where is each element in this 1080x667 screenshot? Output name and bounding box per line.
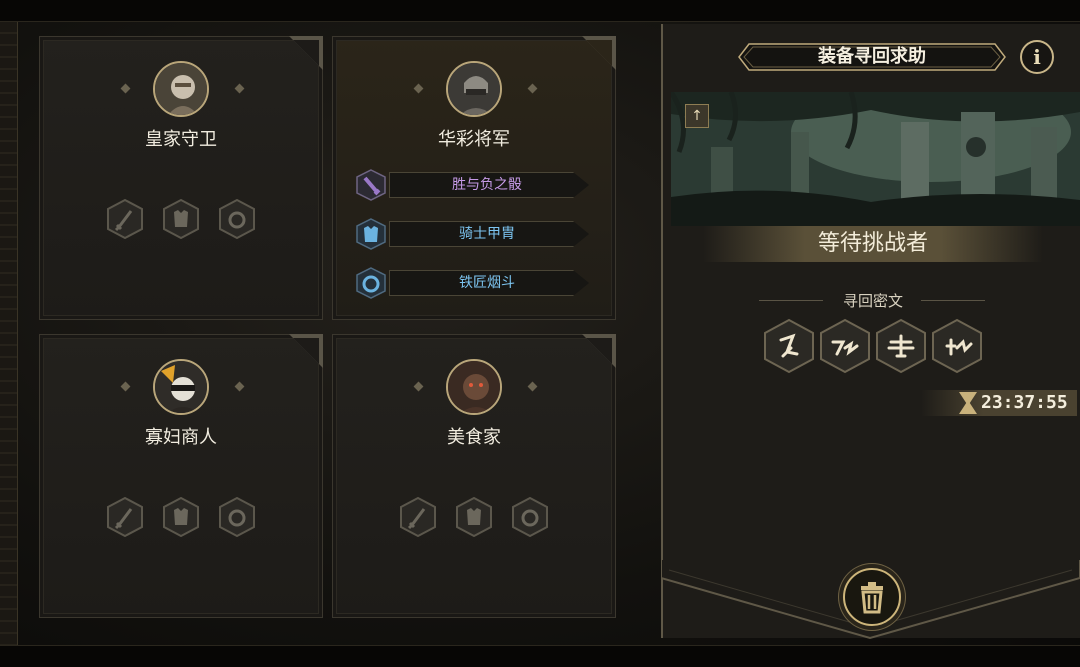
recovery-panel: 装备寻回求助 i ↑ 等待挑战者 寻回密文 23:37:55	[661, 24, 1080, 638]
ornament-diamond	[234, 83, 245, 94]
equipment-slots	[40, 497, 322, 537]
ring-icon[interactable]	[219, 497, 255, 537]
hero-card-royal-guard[interactable]: 皇家守卫	[39, 36, 323, 320]
card-corner-inner	[293, 338, 319, 364]
hero-card-gilded-general[interactable]: 华彩将军 胜与负之骰 骑士甲胄 铁匠烟斗	[332, 36, 616, 320]
equipment-label: 骑士甲胄	[459, 226, 515, 242]
bottom-border	[0, 645, 1080, 667]
card-corner-inner	[586, 338, 612, 364]
left-ornament	[0, 22, 18, 645]
ornament-diamond	[527, 83, 538, 94]
equipment-row-pipe[interactable]: 铁匠烟斗	[355, 267, 595, 299]
ring-icon[interactable]	[219, 199, 255, 239]
ornament-diamond	[413, 381, 424, 392]
sword-icon	[356, 169, 386, 201]
cipher-runes	[763, 318, 983, 374]
avatar	[446, 359, 502, 415]
hero-card-widow-merchant[interactable]: 寡妇商人	[39, 334, 323, 618]
status-text: 等待挑战者	[817, 231, 928, 256]
sword-icon[interactable]	[400, 497, 436, 537]
sword-icon[interactable]	[107, 199, 143, 239]
ornament-diamond	[413, 83, 424, 94]
trash-icon	[861, 582, 883, 614]
rune-icon[interactable]	[931, 318, 983, 374]
equipment-row-dice[interactable]: 胜与负之骰	[355, 169, 595, 201]
hero-name: 寡妇商人	[145, 427, 217, 448]
armor-icon[interactable]	[456, 497, 492, 537]
divider	[921, 300, 985, 301]
stage-scene-image	[671, 92, 1080, 226]
armor-icon	[356, 218, 386, 250]
armor-icon[interactable]	[163, 497, 199, 537]
hero-name: 皇家守卫	[145, 129, 217, 150]
equipment-label: 胜与负之骰	[452, 177, 522, 193]
equipment-label: 铁匠烟斗	[459, 275, 515, 291]
equipment-row-armor[interactable]: 骑士甲胄	[355, 218, 595, 250]
equipment-slots	[333, 497, 615, 537]
ornament-diamond	[120, 83, 131, 94]
card-corner-inner	[293, 40, 319, 66]
ring-icon[interactable]	[512, 497, 548, 537]
upload-icon[interactable]: ↑	[685, 104, 709, 128]
card-corner-inner	[586, 40, 612, 66]
hero-name: 美食家	[447, 427, 501, 448]
rune-icon[interactable]	[875, 318, 927, 374]
armor-icon[interactable]	[163, 199, 199, 239]
countdown-timer: 23:37:55	[981, 392, 1068, 413]
avatar	[153, 61, 209, 117]
avatar	[153, 359, 209, 415]
delete-button[interactable]	[843, 568, 901, 626]
info-button[interactable]: i	[1020, 40, 1054, 74]
sword-icon[interactable]	[107, 497, 143, 537]
ring-icon	[356, 267, 386, 299]
ornament-diamond	[234, 381, 245, 392]
hero-card-gourmet[interactable]: 美食家	[332, 334, 616, 618]
ornament-diamond	[527, 381, 538, 392]
rune-icon[interactable]	[763, 318, 815, 374]
equipment-slots	[40, 199, 322, 239]
avatar	[446, 61, 502, 117]
rune-icon[interactable]	[819, 318, 871, 374]
ornament-diamond	[120, 381, 131, 392]
top-border	[0, 0, 1080, 22]
panel-title: 装备寻回求助	[818, 46, 926, 67]
hero-name: 华彩将军	[438, 129, 510, 150]
